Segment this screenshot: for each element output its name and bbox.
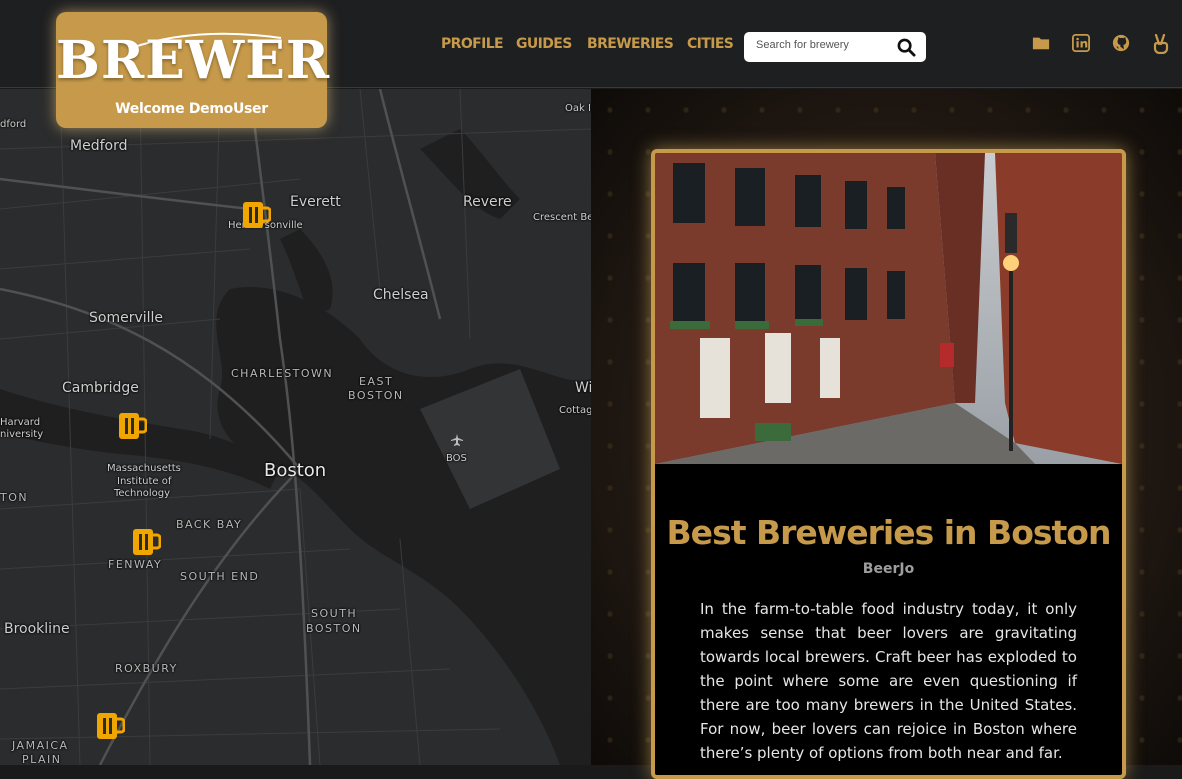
map-label-oak-island: Oak Is (565, 103, 591, 114)
map-label-mit-1: Massachusetts (107, 463, 181, 474)
map-label-harvard-1: Harvard (0, 417, 41, 428)
article-body: In the farm-to-table food industry today… (700, 600, 1077, 762)
search-input[interactable] (756, 39, 886, 51)
map-label-chelsea: Chelsea (373, 287, 429, 303)
map-label-cambridge: Cambridge (62, 380, 139, 396)
map-label-winthrop: Wi (575, 380, 591, 396)
beer-mug-pin-icon[interactable] (241, 200, 271, 230)
peace-hand-icon[interactable] (1152, 34, 1170, 54)
nav-links: PROFILE GUIDES BREWERIES CITIES (441, 36, 734, 52)
search-icon[interactable] (897, 38, 916, 57)
map-label-ton: TON (0, 491, 29, 504)
brewer-logo[interactable]: BREWER Welcome DemoUser (56, 12, 331, 128)
map-label-east-boston-1: EAST (359, 375, 394, 388)
map-label-back-bay: BACK BAY (176, 518, 243, 531)
boston-street-photo (655, 153, 1122, 464)
map-label-medford: Medford (70, 138, 128, 154)
article-card[interactable]: Best Breweries in Boston BeerJo In the f… (651, 149, 1126, 779)
map-label-brookline: Brookline (4, 621, 70, 637)
map-label-boston: Boston (264, 460, 327, 481)
map-label-harvard-2: niversity (0, 429, 44, 440)
map-label-roxbury: ROXBURY (115, 662, 178, 675)
article-title[interactable]: Best Breweries in Boston (655, 513, 1122, 552)
nav-breweries-link[interactable]: BREWERIES (587, 36, 687, 52)
map-label-mit-2: Institute of (117, 476, 172, 487)
map-label-south-boston-1: SOUTH (311, 607, 358, 620)
brewery-map[interactable]: dford Medford Everett Hendersonville Rev… (0, 89, 591, 765)
map-label-jamaica-2: PLAIN (22, 753, 62, 765)
beer-mug-pin-icon[interactable] (131, 527, 161, 557)
map-label-east-boston-2: BOSTON (348, 389, 404, 402)
map-label-crescent-beach: Crescent Bea (533, 212, 591, 223)
beer-mug-pin-icon[interactable] (117, 411, 147, 441)
github-icon[interactable] (1112, 34, 1130, 52)
linkedin-icon[interactable] (1072, 34, 1090, 52)
map-label-medford-edge: dford (0, 119, 27, 130)
beer-mug-pin-icon[interactable] (95, 711, 125, 741)
map-label-mit-3: Technology (114, 488, 171, 499)
map-label-south-boston-2: BOSTON (306, 622, 362, 635)
map-label-jamaica-1: JAMAICA (12, 739, 69, 752)
article-author: BeerJo (862, 561, 915, 577)
map-label-fenway: FENWAY (108, 558, 163, 571)
map-label-cottage: Cottag (559, 405, 591, 416)
map-label-south-end: SOUTH END (180, 570, 260, 583)
map-label-charlestown: CHARLESTOWN (231, 367, 334, 380)
folder-icon[interactable] (1032, 34, 1050, 52)
welcome-message: Welcome DemoUser (115, 101, 268, 117)
map-label-revere: Revere (463, 194, 512, 210)
airport-icon (451, 434, 463, 446)
brewery-search (744, 32, 926, 62)
nav-cities-link[interactable]: CITIES (687, 36, 734, 52)
map-background (0, 89, 591, 765)
map-label-somerville: Somerville (89, 310, 164, 326)
map-label-everett: Everett (290, 194, 341, 210)
map-label-bos: BOS (446, 453, 467, 464)
nav-guides-link[interactable]: GUIDES (516, 36, 587, 52)
nav-profile-link[interactable]: PROFILE (441, 36, 516, 52)
brand-name: BREWER (56, 30, 331, 91)
